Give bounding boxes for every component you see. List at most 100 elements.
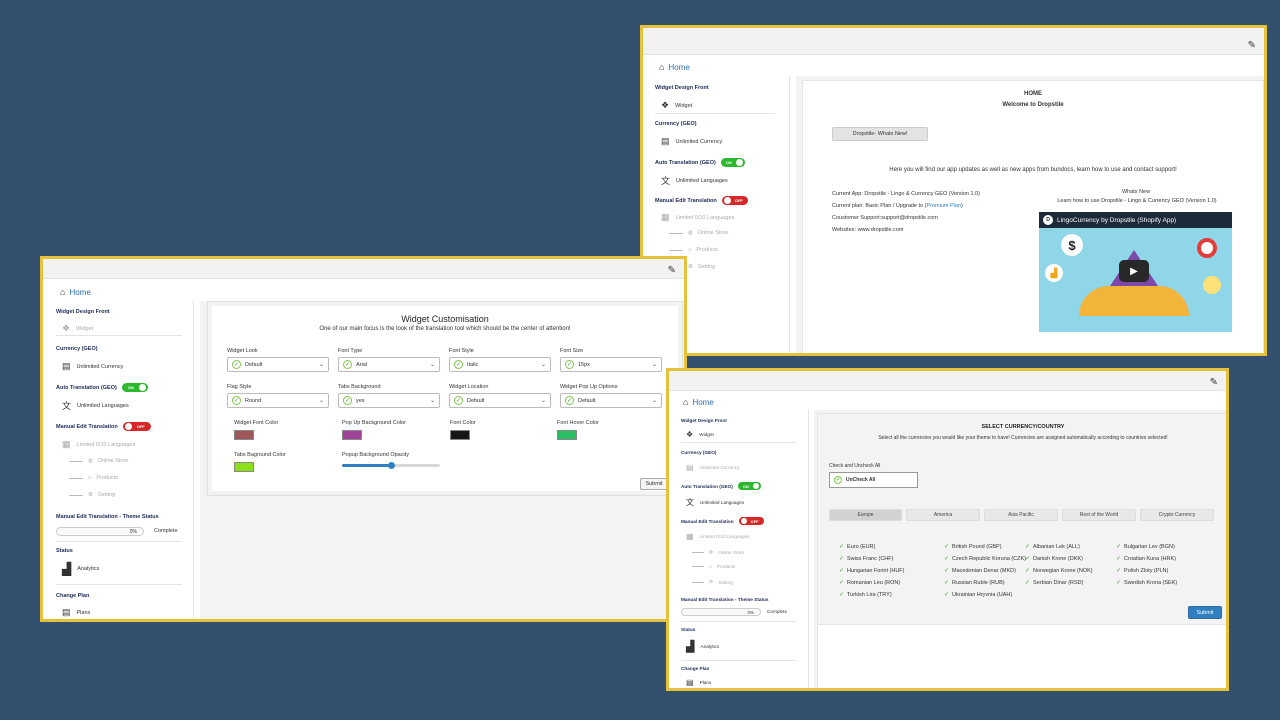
video-title: LingoCurrency by Dropstile (Shopify App) — [1057, 216, 1177, 224]
check-icon: ✓ — [1025, 580, 1031, 586]
home-link[interactable]: ⌂ Home — [683, 397, 714, 407]
auto-translation-toggle[interactable]: ON — [720, 158, 745, 167]
font-size-select[interactable]: ✓ 15px ⌄ — [560, 357, 662, 372]
currency-checkbox-item[interactable]: ✓ Swedish Krona (SEK) — [1116, 579, 1177, 587]
manual-edit-label: Manual Edit Translation — [681, 518, 734, 524]
font-hover-color-swatch[interactable] — [557, 430, 577, 440]
play-button[interactable]: ▶ — [1119, 260, 1149, 282]
popup-options-label: Widget Pop Up Options — [560, 384, 618, 390]
auto-translation-toggle[interactable]: ON — [121, 383, 148, 392]
submit-button[interactable]: Submit — [640, 478, 668, 490]
currency-checkbox-item[interactable]: ✓ Euro (EUR) — [839, 543, 876, 551]
flag-style-select[interactable]: ✓ Round ⌄ — [227, 393, 329, 408]
manual-edit-toggle[interactable]: OFF — [738, 517, 764, 525]
sidebar-item-plans[interactable]: ▤ Plans — [62, 607, 90, 618]
currency-checkbox-item[interactable]: ✓ Croatian Kuna (HRK) — [1116, 555, 1176, 563]
sidebar-item-label: Unlimited Languages — [676, 177, 728, 184]
currency-checkbox-item[interactable]: ✓ Bulgarian Lev (BGN) — [1116, 543, 1175, 551]
widget-design-title: Widget Design Front — [681, 418, 727, 423]
currency-checkbox-item[interactable]: ✓ Turkish Lira (TRY) — [839, 591, 892, 599]
widget-location-select[interactable]: ✓ Default ⌄ — [449, 393, 551, 408]
opacity-slider[interactable] — [342, 462, 440, 469]
languages-icon: ▦ — [62, 439, 71, 449]
check-icon: ✓ — [1116, 544, 1122, 550]
sidebar-item-unlimited-languages[interactable]: 文 Unlimited Languages — [62, 399, 129, 412]
font-type-select[interactable]: ✓ Arial ⌄ — [338, 357, 440, 372]
select-value: yes — [356, 397, 365, 404]
sidebar-item-label: Analytics — [77, 566, 100, 572]
app-header: ✎ — [643, 28, 1264, 55]
currency-checkbox-item[interactable]: ✓ British Pound (GBP) — [944, 543, 1002, 551]
currency-label: Turkish Lira (TRY) — [847, 591, 892, 598]
toggle-label: OFF — [734, 198, 743, 203]
currency-checkbox-item[interactable]: ✓ Czech Republic Koruna (CZK) — [944, 555, 1026, 563]
currency-window: ✎ ⌂ Home Widget Design Front ❖ Widget Cu… — [666, 368, 1229, 691]
tabs-bg-color-swatch[interactable] — [234, 462, 254, 472]
sidebar-item-analytics[interactable]: ▟ Analytics — [686, 640, 719, 653]
currency-label: Euro (EUR) — [847, 543, 876, 550]
whats-new-button[interactable]: Dropstile- Whats New! — [832, 127, 928, 141]
currency-checkbox-item[interactable]: ✓ Ukrainian Hryvnia (UAH) — [944, 591, 1012, 599]
sidebar-item-unlimited-currency[interactable]: ▤ Unlimited Currency — [62, 361, 123, 372]
currency-checkbox-item[interactable]: ✓ Danish Krone (DKK) — [1025, 555, 1083, 563]
play-icon: ▶ — [1130, 265, 1138, 277]
sidebar: Widget Design Front ❖ Widget Currency (G… — [49, 301, 194, 619]
chevron-down-icon: ⌄ — [540, 398, 546, 404]
currency-checkbox-item[interactable]: ✓ Romanian Leu (RON) — [839, 579, 900, 587]
home-icon: ⌂ — [60, 287, 66, 297]
chevron-down-icon: ⌄ — [318, 362, 324, 368]
edit-icon[interactable]: ✎ — [668, 265, 676, 276]
sidebar-item-plans[interactable]: ▤ Plans — [686, 678, 711, 687]
submit-button[interactable]: Submit — [1188, 606, 1222, 619]
tag-icon: ⌂ — [709, 564, 712, 569]
home-icon: ⌂ — [683, 397, 689, 407]
edit-icon[interactable]: ✎ — [1248, 40, 1256, 51]
popup-options-select[interactable]: ✓ Default ⌄ — [560, 393, 662, 408]
currency-checkbox-item[interactable]: ✓ Swiss Franc (CHF) — [839, 555, 893, 563]
sidebar-item-widget[interactable]: ❖ Widget — [62, 323, 93, 334]
sidebar-subitem-online-store: ◍ Online Store — [69, 458, 128, 464]
widget-font-color-swatch[interactable] — [234, 430, 254, 440]
font-color-swatch[interactable] — [450, 430, 470, 440]
currency-checkbox-item[interactable]: ✓ Norwegian Krone (NOK) — [1025, 567, 1093, 575]
currency-checkbox-item[interactable]: ✓ Polish Zloty (PLN) — [1116, 567, 1169, 575]
currency-checkbox-item[interactable]: ✓ Serbian Dinar (RSD) — [1025, 579, 1083, 587]
currency-checkbox-item[interactable]: ✓ Albanian Lek (ALL) — [1025, 543, 1080, 551]
divider — [681, 442, 796, 443]
currency-label: Russian Ruble (RUB) — [952, 579, 1005, 586]
sidebar-item-unlimited-languages[interactable]: 文 Unlimited Languages — [661, 174, 728, 187]
home-link[interactable]: ⌂ Home — [60, 287, 91, 297]
sidebar-item-widget[interactable]: ❖ Widget — [686, 430, 714, 439]
sidebar-subitem-online-store: ◍ Online Store — [692, 549, 744, 555]
sidebar-item-unlimited-languages[interactable]: 文 Unlimited Languages — [686, 497, 744, 508]
main-area: HOME Welcome to Dropstile Dropstile- Wha… — [796, 76, 1264, 353]
sidebar-item-limited-languages: ▦ Limited 0/10 Languages — [686, 532, 750, 541]
currency-label: Polish Zloty (PLN) — [1124, 567, 1169, 574]
sidebar-item-analytics[interactable]: ▟ Analytics — [62, 562, 99, 576]
currency-checkbox-item[interactable]: ✓ Hungarian Forint (HUF) — [839, 567, 905, 575]
currency-checkbox-item[interactable]: ✓ Russian Ruble (RUB) — [944, 579, 1005, 587]
manual-edit-toggle[interactable]: OFF — [122, 422, 151, 431]
widget-look-select[interactable]: ✓ Default ⌄ — [227, 357, 329, 372]
manual-edit-toggle[interactable]: OFF — [721, 196, 748, 205]
auto-translation-toggle[interactable]: ON — [737, 482, 761, 490]
opacity-slider-thumb[interactable] — [387, 462, 395, 469]
home-intro: Here you will find our app updates as we… — [889, 167, 1177, 173]
sidebar-item-unlimited-currency[interactable]: ▤ Unlimited Currency — [686, 463, 739, 472]
popup-bg-color-swatch[interactable] — [342, 430, 362, 440]
sidebar-item-label: Widget — [699, 432, 714, 437]
font-style-select[interactable]: ✓ Italic ⌄ — [449, 357, 551, 372]
video-thumbnail[interactable]: D LingoCurrency by Dropstile (Shopify Ap… — [1039, 212, 1232, 332]
sidebar-item-widget[interactable]: ❖ Widget — [661, 100, 692, 111]
sidebar-item-unlimited-currency[interactable]: ▤ Unlimited Currency — [661, 136, 722, 147]
edit-icon[interactable]: ✎ — [1210, 377, 1218, 388]
home-link[interactable]: ⌂ Home — [659, 62, 690, 72]
theme-status-progress: 0% — [681, 608, 761, 616]
currency-panel: SELECT CURRENCY/COUNTRY Select all the c… — [817, 413, 1226, 625]
tabs-background-select[interactable]: ✓ yes ⌄ — [338, 393, 440, 408]
currency-icon: ▤ — [686, 463, 694, 472]
languages-icon: 文 — [62, 401, 72, 411]
currency-checkbox-item[interactable]: ✓ Macedonian Denar (MKD) — [944, 567, 1016, 575]
premium-plan-link[interactable]: Premium Plan — [926, 203, 961, 209]
status-title: Status — [681, 627, 696, 632]
